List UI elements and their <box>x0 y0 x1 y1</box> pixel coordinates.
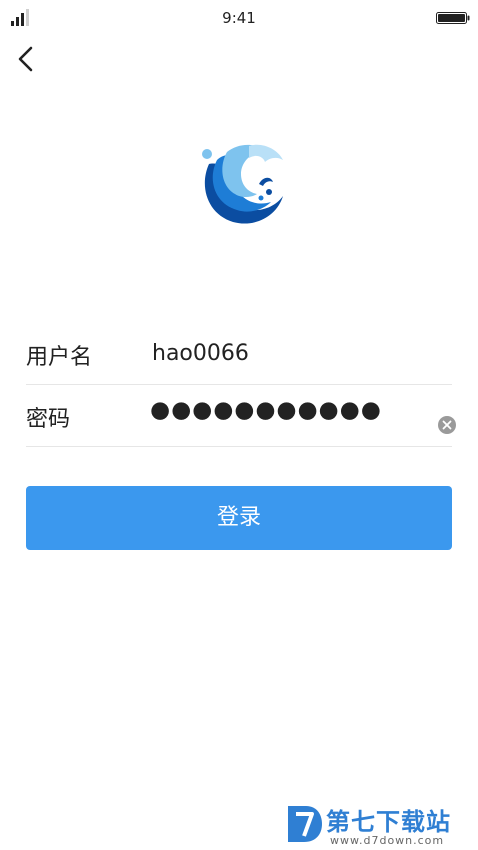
clear-circle-icon[interactable] <box>437 415 457 435</box>
d7down-logo-icon <box>288 806 322 842</box>
back-button[interactable] <box>14 44 42 74</box>
password-row: 密码 ●●●●●●●●●●● <box>26 384 456 447</box>
wave-logo-icon <box>197 138 285 226</box>
username-row: 用户名 <box>26 322 452 385</box>
password-input[interactable]: ●●●●●●●●●●● <box>150 397 382 423</box>
watermark-url: www.d7down.com <box>330 834 445 847</box>
status-time: 9:41 <box>222 9 256 27</box>
watermark-title: 第七下载站 <box>326 808 451 836</box>
battery-full-icon <box>436 12 470 24</box>
password-label: 密码 <box>26 407 71 432</box>
status-bar: 9:41 <box>0 0 478 36</box>
login-button[interactable]: 登录 <box>26 486 452 550</box>
chevron-left-icon <box>18 46 33 72</box>
username-input[interactable] <box>152 336 422 370</box>
watermark: 第七下载站 www.d7down.com <box>282 800 478 850</box>
username-label: 用户名 <box>26 345 93 370</box>
